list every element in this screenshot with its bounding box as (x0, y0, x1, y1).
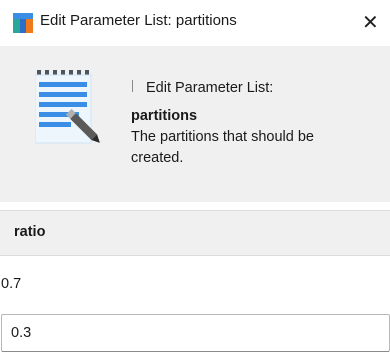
parameter-name: partitions (131, 108, 198, 124)
window-title: Edit Parameter List: partitions (40, 12, 237, 29)
parameter-description-line2: created. (131, 150, 184, 166)
ratio-cell-input[interactable]: 0.3 (11, 325, 31, 341)
close-button[interactable]: ✕ (362, 8, 390, 38)
ratio-cell[interactable]: 0.7 (1, 276, 21, 292)
focus-underline (2, 351, 389, 352)
column-header-ratio[interactable]: ratio (0, 210, 390, 256)
app-icon (13, 13, 33, 33)
header-title: Edit Parameter List: (146, 80, 274, 96)
text-caret (132, 80, 133, 92)
parameter-description-line1: The partitions that should be (131, 129, 314, 145)
title-bar: Edit Parameter List: partitions ✕ (0, 0, 390, 46)
table-row-editing[interactable]: 0.3 (1, 314, 390, 352)
edit-parameter-list-dialog: Edit Parameter List: partitions ✕ Edit P… (0, 0, 390, 359)
table-row[interactable]: 0.7 (0, 266, 390, 302)
notepad-pencil-icon (35, 70, 100, 144)
column-header-label: ratio (14, 224, 46, 240)
